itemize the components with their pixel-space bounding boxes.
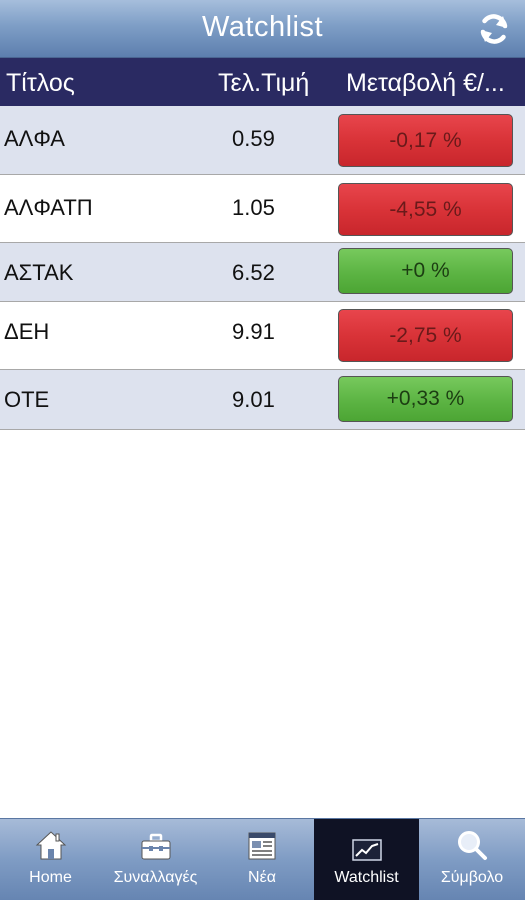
briefcase-icon bbox=[141, 833, 170, 860]
page-title: Watchlist bbox=[201, 11, 324, 43]
nav-transactions[interactable]: Συναλλαγές bbox=[101, 819, 210, 900]
row-symbol: ΑΛΦΑΤΠ bbox=[4, 195, 93, 220]
refresh-button[interactable] bbox=[475, 10, 513, 48]
change-badge[interactable]: -4,55 % bbox=[338, 183, 513, 236]
bottom-nav: Home Συναλλαγές Νέα Watchlist Σύμβολο bbox=[0, 818, 525, 900]
refresh-icon bbox=[480, 14, 508, 44]
change-value: +0 % bbox=[401, 259, 450, 282]
row-symbol: ΑΣΤΑΚ bbox=[4, 260, 74, 285]
column-header-name[interactable]: Τίτλος bbox=[6, 69, 75, 98]
nav-transactions-label: Συναλλαγές bbox=[113, 869, 198, 886]
nav-news-label: Νέα bbox=[248, 869, 276, 886]
nav-watchlist[interactable]: Watchlist bbox=[314, 819, 419, 900]
table-row[interactable]: ΔΕΗ 9.91 -2,75 % bbox=[0, 302, 525, 370]
change-badge[interactable]: -2,75 % bbox=[338, 309, 513, 362]
change-value: -0,17 % bbox=[389, 128, 462, 152]
home-icon bbox=[35, 831, 66, 860]
watchlist-table: ΑΛΦΑ 0.59 -0,17 % ΑΛΦΑΤΠ 1.05 -4,55 % ΑΣ… bbox=[0, 106, 525, 430]
change-value: +0,33 % bbox=[386, 387, 465, 410]
table-row[interactable]: ΑΣΤΑΚ 6.52 +0 % bbox=[0, 243, 525, 302]
row-symbol: ΔΕΗ bbox=[4, 319, 50, 344]
column-header: Τίτλος Τελ.Τιμή Μεταβολή €/... bbox=[0, 58, 525, 106]
chart-line-icon bbox=[351, 839, 382, 861]
change-value: -2,75 % bbox=[389, 323, 462, 347]
nav-watchlist-label: Watchlist bbox=[334, 869, 399, 886]
table-row[interactable]: ΟΤΕ 9.01 +0,33 % bbox=[0, 370, 525, 430]
column-header-price[interactable]: Τελ.Τιμή bbox=[218, 69, 309, 98]
change-value: -4,55 % bbox=[389, 197, 462, 221]
row-price: 1.05 bbox=[232, 195, 275, 220]
table-row[interactable]: ΑΛΦΑ 0.59 -0,17 % bbox=[0, 106, 525, 175]
table-row[interactable]: ΑΛΦΑΤΠ 1.05 -4,55 % bbox=[0, 175, 525, 243]
nav-news[interactable]: Νέα bbox=[210, 819, 314, 900]
column-header-change[interactable]: Μεταβολή €/... bbox=[346, 69, 505, 98]
nav-home[interactable]: Home bbox=[0, 819, 101, 900]
row-price: 9.91 bbox=[232, 319, 275, 344]
nav-symbol-label: Σύμβολο bbox=[440, 869, 504, 886]
nav-symbol[interactable]: Σύμβολο bbox=[419, 819, 525, 900]
search-icon bbox=[458, 831, 487, 860]
title-bar: Watchlist bbox=[0, 0, 525, 58]
change-badge[interactable]: +0 % bbox=[338, 248, 513, 294]
change-badge[interactable]: -0,17 % bbox=[338, 114, 513, 167]
nav-home-label: Home bbox=[29, 869, 72, 886]
row-symbol: ΟΤΕ bbox=[4, 387, 50, 412]
newspaper-icon bbox=[248, 832, 276, 860]
row-price: 9.01 bbox=[232, 387, 275, 412]
row-symbol: ΑΛΦΑ bbox=[4, 126, 65, 151]
row-price: 0.59 bbox=[232, 126, 275, 151]
change-badge[interactable]: +0,33 % bbox=[338, 376, 513, 422]
row-price: 6.52 bbox=[232, 260, 275, 285]
